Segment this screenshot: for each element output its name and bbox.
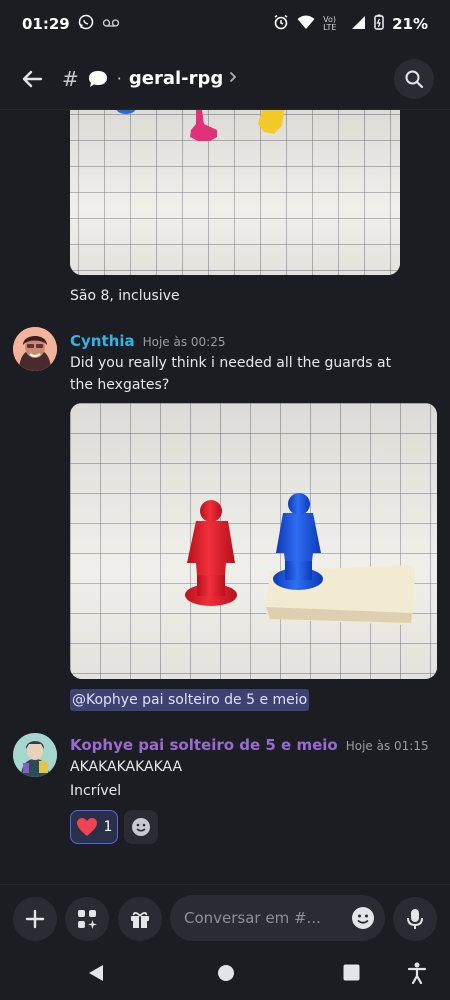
- alarm-icon: [273, 14, 289, 34]
- gift-button[interactable]: [118, 897, 162, 941]
- search-button[interactable]: [394, 59, 434, 99]
- volte-badge: Vo) LTE: [323, 15, 337, 32]
- home-circle-icon[interactable]: [217, 964, 235, 986]
- apps-icon: [78, 910, 97, 929]
- chevron-right-icon[interactable]: [229, 71, 237, 87]
- message-composer: Conversar em #...: [0, 884, 450, 950]
- heart-reaction[interactable]: 1: [70, 810, 118, 844]
- smiley-icon: [132, 818, 150, 836]
- clock: 01:29: [22, 15, 70, 33]
- search-icon: [405, 70, 424, 89]
- attachment-image[interactable]: [70, 403, 437, 679]
- attachment-image[interactable]: [70, 110, 400, 275]
- plus-icon: [25, 909, 45, 929]
- message-input[interactable]: Conversar em #...: [170, 895, 385, 941]
- message-header: Cynthia Hoje às 00:25: [70, 330, 225, 353]
- thread-bubble-icon: [87, 69, 109, 89]
- channel-header: # · geral-rpg: [0, 48, 450, 110]
- author-name[interactable]: Kophye pai solteiro de 5 e meio: [70, 736, 338, 754]
- recents-square-icon[interactable]: [343, 964, 360, 985]
- system-nav-bar: [0, 950, 450, 1000]
- signal-icon: [351, 15, 366, 34]
- back-triangle-icon[interactable]: [88, 964, 104, 986]
- message-text: Incrível: [70, 783, 122, 799]
- avatar[interactable]: [13, 733, 57, 777]
- microphone-icon: [407, 909, 423, 929]
- reaction-count: 1: [103, 819, 113, 835]
- whatsapp-icon: [78, 14, 94, 34]
- smiley-icon: [352, 907, 374, 929]
- message-input-placeholder: Conversar em #...: [184, 909, 321, 927]
- attach-button[interactable]: [13, 897, 57, 941]
- channel-name[interactable]: geral-rpg: [129, 68, 223, 89]
- separator-dot: ·: [116, 69, 122, 88]
- author-name[interactable]: Cynthia: [70, 332, 135, 350]
- emoji-button[interactable]: [351, 906, 375, 934]
- voicemail-icon: [102, 17, 120, 32]
- arrow-left-icon: [22, 70, 43, 87]
- battery-icon: [374, 14, 384, 34]
- message-text: São 8, inclusive: [70, 288, 180, 304]
- gift-icon: [131, 911, 149, 928]
- timestamp: Hoje às 00:25: [142, 335, 226, 349]
- battery-percent: 21%: [392, 15, 428, 33]
- timestamp: Hoje às 01:15: [345, 739, 429, 753]
- message-text: AKAKAKAKAKAA: [70, 759, 183, 775]
- message-header: Kophye pai solteiro de 5 e meio Hoje às 0…: [70, 734, 429, 757]
- add-reaction-button[interactable]: [124, 810, 158, 844]
- heart-icon: [76, 818, 97, 836]
- wifi-icon: [297, 15, 315, 34]
- back-button[interactable]: [16, 63, 48, 95]
- hash-icon: #: [62, 66, 79, 91]
- apps-button[interactable]: [65, 897, 109, 941]
- status-bar: 01:29 Vo) LTE 21%: [0, 0, 450, 48]
- message-text: Did you really think i needed all the gu…: [70, 355, 392, 393]
- user-mention[interactable]: @Kophye pai solteiro de 5 e meio: [70, 689, 310, 711]
- avatar[interactable]: [13, 327, 57, 371]
- voice-button[interactable]: [393, 897, 437, 941]
- accessibility-icon[interactable]: [407, 962, 427, 988]
